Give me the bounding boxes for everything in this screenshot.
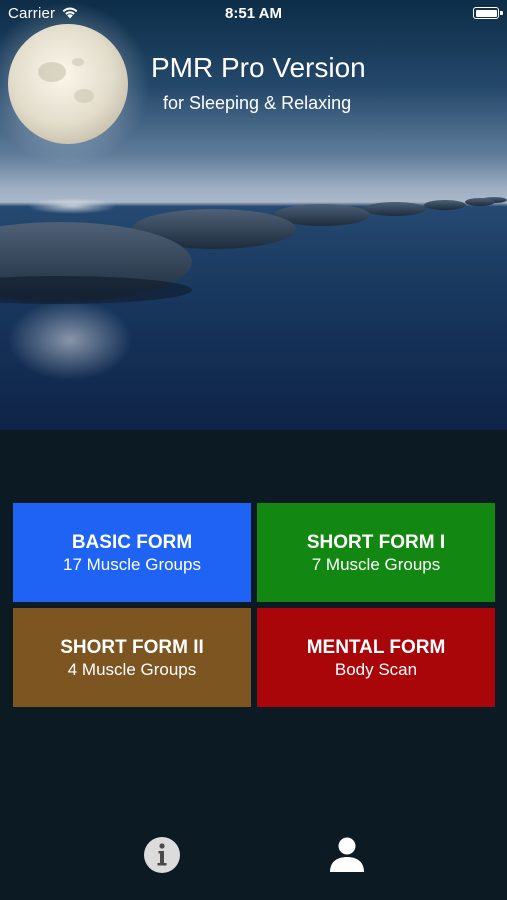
button-title: SHORT FORM I: [306, 532, 446, 553]
button-subtitle: 4 Muscle Groups: [67, 660, 197, 679]
info-icon[interactable]: [143, 836, 181, 874]
button-title: MENTAL FORM: [306, 637, 446, 658]
button-subtitle: 17 Muscle Groups: [63, 555, 201, 574]
mental-form-button[interactable]: MENTAL FORM Body Scan: [257, 608, 495, 707]
app-title: PMR Pro Version: [151, 52, 366, 83]
hero-image: Carrier 8:51 AM PMR Pro Version for Slee…: [0, 0, 507, 430]
button-subtitle: 7 Muscle Groups: [311, 555, 441, 574]
button-subtitle: Body Scan: [334, 660, 418, 679]
app-subtitle: for Sleeping & Relaxing: [163, 93, 352, 113]
button-title: BASIC FORM: [71, 532, 193, 553]
short-form-1-button[interactable]: SHORT FORM I 7 Muscle Groups: [257, 503, 495, 602]
status-bar: Carrier 8:51 AM: [0, 0, 507, 28]
short-form-2-button[interactable]: SHORT FORM II 4 Muscle Groups: [13, 608, 251, 707]
button-title: SHORT FORM II: [60, 637, 204, 658]
basic-form-button[interactable]: BASIC FORM 17 Muscle Groups: [13, 503, 251, 602]
clock: 8:51 AM: [225, 5, 282, 22]
battery-icon: [473, 7, 503, 19]
person-icon[interactable]: [328, 836, 366, 874]
